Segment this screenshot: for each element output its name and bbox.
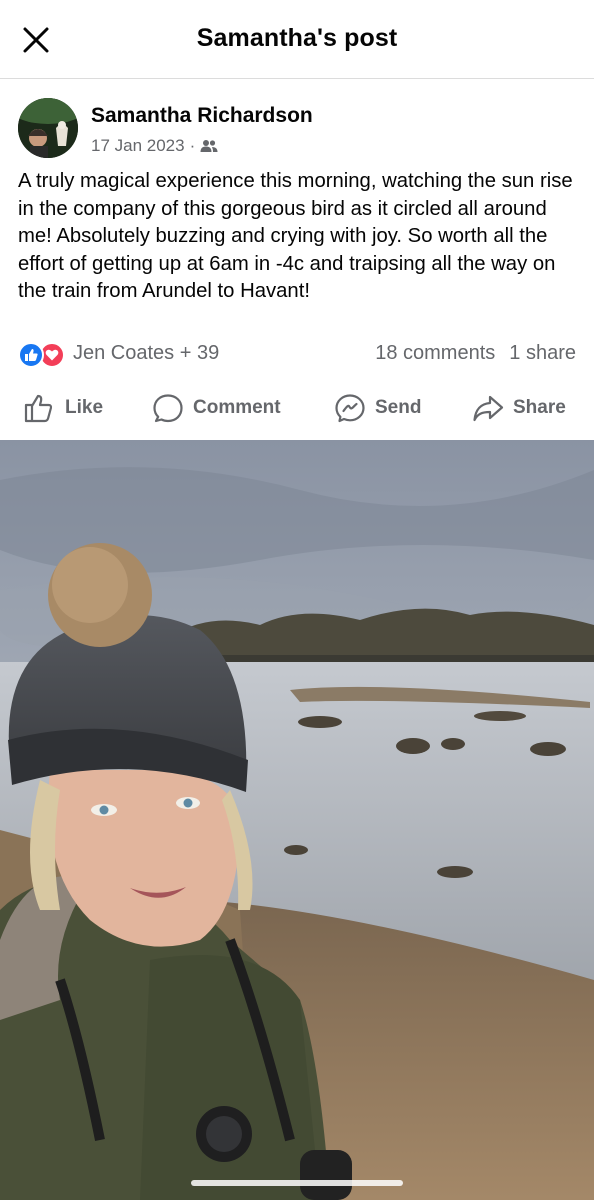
- like-button[interactable]: Like: [24, 386, 103, 430]
- friends-icon: [200, 140, 218, 152]
- post-date[interactable]: 17 Jan 2023: [91, 136, 185, 156]
- avatar-image: [18, 98, 78, 158]
- selfie-image: [0, 440, 594, 1200]
- post-meta: 17 Jan 2023 ·: [91, 136, 218, 156]
- top-bar: Samantha's post: [0, 0, 594, 79]
- page-title: Samantha's post: [196, 24, 398, 52]
- comment-icon: [153, 394, 183, 423]
- share-icon: [473, 395, 504, 422]
- comment-button[interactable]: Comment: [152, 386, 281, 430]
- share-button[interactable]: Share: [472, 386, 566, 430]
- shares-count[interactable]: 1 share: [509, 342, 576, 365]
- comment-label: Comment: [193, 397, 281, 418]
- comments-count[interactable]: 18 comments: [375, 342, 495, 365]
- share-label: Share: [513, 397, 566, 418]
- action-bar: Like Comment Send Share: [0, 386, 594, 430]
- meta-separator: ·: [189, 136, 196, 155]
- like-reaction-icon: [18, 342, 44, 368]
- like-icon: [24, 394, 53, 423]
- author-name[interactable]: Samantha Richardson: [91, 104, 313, 128]
- engagement-counts: 18 comments 1 share: [375, 342, 576, 365]
- send-label: Send: [375, 397, 422, 418]
- send-button[interactable]: Send: [334, 386, 421, 430]
- reactions-text[interactable]: Jen Coates + 39: [73, 342, 219, 365]
- post-header: Samantha Richardson 17 Jan 2023 ·: [18, 98, 578, 160]
- reaction-icons[interactable]: [18, 342, 65, 368]
- avatar[interactable]: [18, 98, 78, 158]
- post-text: A truly magical experience this morning,…: [18, 170, 573, 303]
- home-indicator[interactable]: [191, 1180, 403, 1186]
- messenger-icon: [335, 394, 365, 423]
- post-photo[interactable]: [0, 440, 594, 1200]
- like-label: Like: [65, 397, 104, 418]
- post-stats: Jen Coates + 39 18 comments 1 share: [18, 340, 576, 370]
